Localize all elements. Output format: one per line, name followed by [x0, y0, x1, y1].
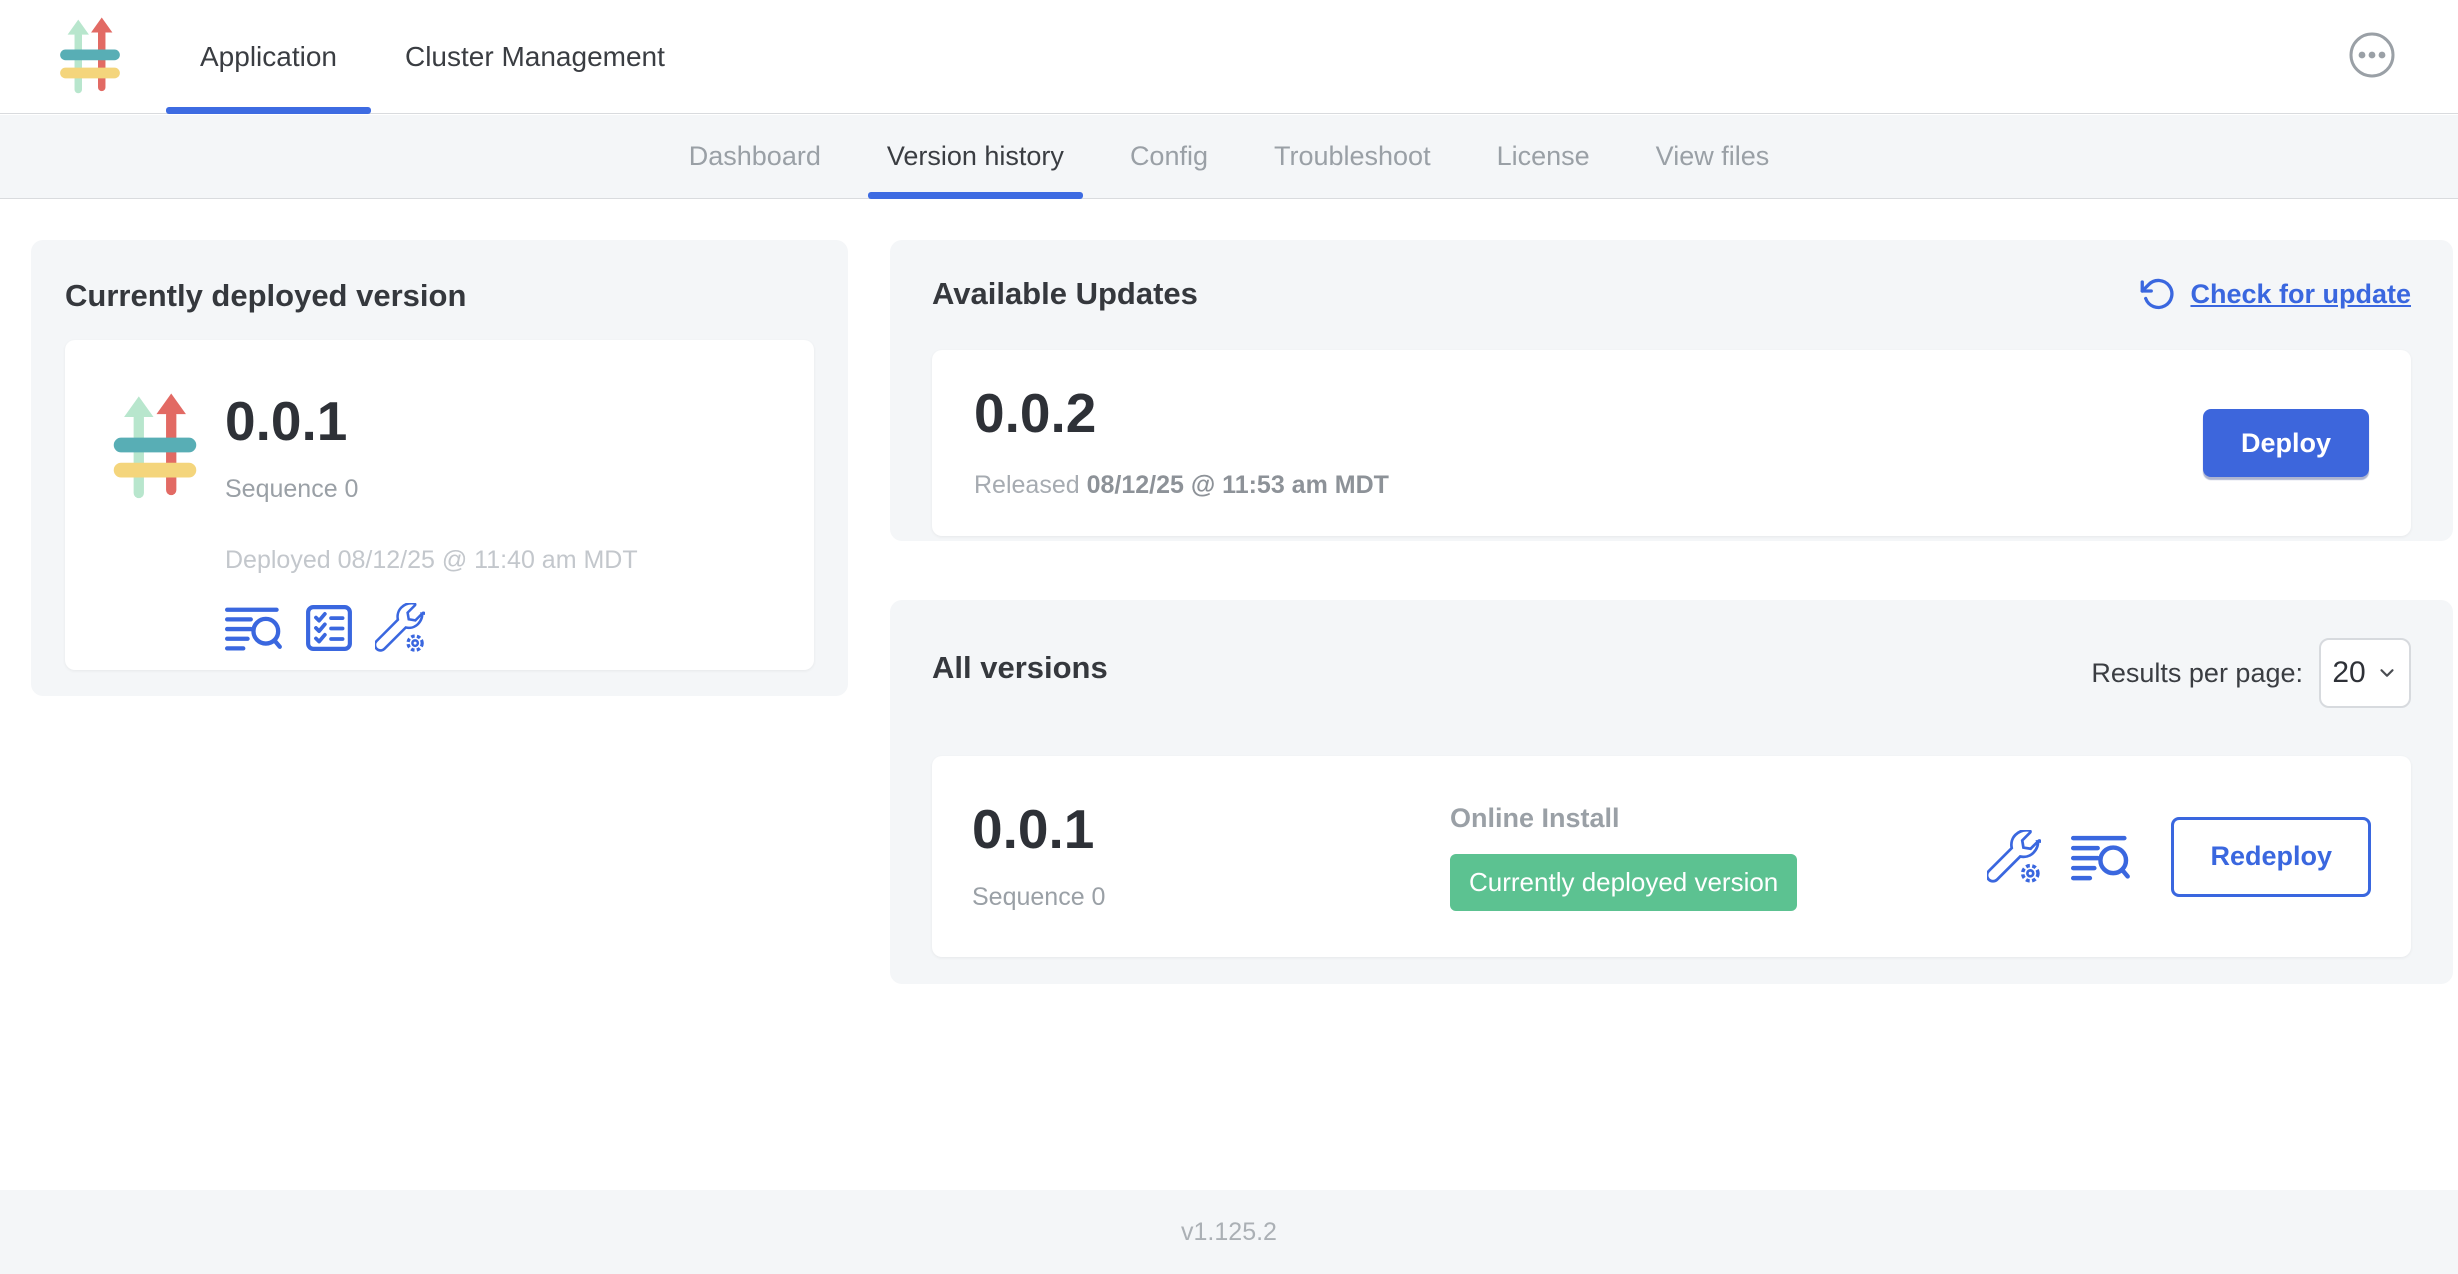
chevron-down-icon — [2376, 662, 2398, 684]
update-version-number: 0.0.2 — [974, 386, 1389, 441]
deployed-sequence: Sequence 0 — [225, 475, 638, 504]
config-button[interactable] — [1987, 830, 2041, 884]
all-versions-title: All versions — [932, 650, 1108, 686]
tab-config[interactable]: Config — [1097, 115, 1241, 198]
app-subnav: Dashboard Version history Config Trouble… — [0, 115, 2458, 199]
deploy-button[interactable]: Deploy — [2203, 409, 2369, 477]
deployed-version-number: 0.0.1 — [225, 394, 638, 449]
overflow-menu-button[interactable] — [2348, 31, 2396, 79]
app-logo-small — [109, 392, 201, 504]
release-notes-icon — [225, 604, 283, 652]
tab-version-history[interactable]: Version history — [854, 115, 1097, 198]
ellipsis-menu-icon — [2348, 31, 2396, 79]
deployed-timestamp: Deployed 08/12/25 @ 11:40 am MDT — [225, 546, 638, 575]
tab-cluster-management[interactable]: Cluster Management — [371, 0, 699, 113]
currently-deployed-card: Currently deployed version 0.0.1 Sequenc… — [31, 240, 848, 696]
config-button[interactable] — [375, 603, 425, 653]
tab-cluster-management-label: Cluster Management — [405, 41, 665, 73]
release-notes-button[interactable] — [225, 604, 283, 652]
version-row-info: 0.0.1 Sequence 0 — [972, 802, 1450, 912]
refresh-icon — [2140, 276, 2176, 312]
tab-license-label: License — [1497, 141, 1590, 172]
available-updates-card: Available Updates Check for update 0.0.2… — [890, 240, 2453, 541]
app-header: Application Cluster Management — [0, 0, 2458, 114]
currently-deployed-badge: Currently deployed version — [1450, 854, 1797, 911]
tab-view-files-label: View files — [1656, 141, 1770, 172]
preflight-checks-icon — [305, 604, 353, 652]
tab-config-label: Config — [1130, 141, 1208, 172]
app-logo-icon — [58, 16, 122, 98]
release-notes-button[interactable] — [2071, 832, 2131, 882]
redeploy-button[interactable]: Redeploy — [2171, 817, 2371, 897]
deployed-version-details: 0.0.1 Sequence 0 Deployed 08/12/25 @ 11:… — [225, 366, 638, 644]
currently-deployed-title: Currently deployed version — [65, 278, 814, 314]
tab-version-history-label: Version history — [887, 141, 1064, 172]
config-icon — [1987, 830, 2041, 884]
row-sequence: Sequence 0 — [972, 883, 1450, 912]
results-per-page-label: Results per page: — [2091, 658, 2303, 689]
all-versions-card: All versions Results per page: 20 0.0.1 … — [890, 600, 2453, 984]
header-tabs: Application Cluster Management — [166, 0, 699, 113]
check-for-update-label: Check for update — [2190, 279, 2411, 310]
version-row: 0.0.1 Sequence 0 Online Install Currentl… — [932, 756, 2411, 957]
results-per-page: Results per page: 20 — [2091, 638, 2411, 708]
currently-deployed-version-panel: 0.0.1 Sequence 0 Deployed 08/12/25 @ 11:… — [65, 340, 814, 670]
results-per-page-value: 20 — [2332, 656, 2365, 690]
console-version: v1.125.2 — [1181, 1218, 1277, 1247]
app-logo-icon — [109, 392, 201, 504]
tab-troubleshoot-label: Troubleshoot — [1274, 141, 1431, 172]
tab-application-label: Application — [200, 41, 337, 73]
deployed-version-actions — [225, 603, 638, 653]
tab-application[interactable]: Application — [166, 0, 371, 113]
results-per-page-select[interactable]: 20 — [2319, 638, 2411, 708]
release-notes-icon — [2071, 832, 2131, 882]
tab-troubleshoot[interactable]: Troubleshoot — [1241, 115, 1464, 198]
version-row-status: Online Install Currently deployed versio… — [1450, 803, 1797, 911]
tab-license[interactable]: License — [1464, 115, 1623, 198]
preflight-checks-button[interactable] — [305, 604, 353, 652]
install-type-label: Online Install — [1450, 803, 1797, 834]
released-label: Released — [974, 471, 1080, 499]
available-updates-title: Available Updates — [932, 276, 1198, 312]
app-logo — [58, 16, 122, 98]
released-date: 08/12/25 @ 11:53 am MDT — [1087, 471, 1389, 499]
tab-dashboard-label: Dashboard — [689, 141, 821, 172]
available-update-row: 0.0.2 Released 08/12/25 @ 11:53 am MDT D… — [932, 350, 2411, 536]
update-details: 0.0.2 Released 08/12/25 @ 11:53 am MDT — [974, 386, 1389, 500]
version-row-actions: Redeploy — [1987, 817, 2371, 897]
update-released-timestamp: Released 08/12/25 @ 11:53 am MDT — [974, 471, 1389, 500]
config-icon — [375, 603, 425, 653]
check-for-update-link[interactable]: Check for update — [2140, 276, 2411, 312]
tab-view-files[interactable]: View files — [1623, 115, 1803, 198]
tab-dashboard[interactable]: Dashboard — [656, 115, 854, 198]
row-version-number: 0.0.1 — [972, 802, 1450, 857]
app-footer: v1.125.2 — [0, 1190, 2458, 1274]
